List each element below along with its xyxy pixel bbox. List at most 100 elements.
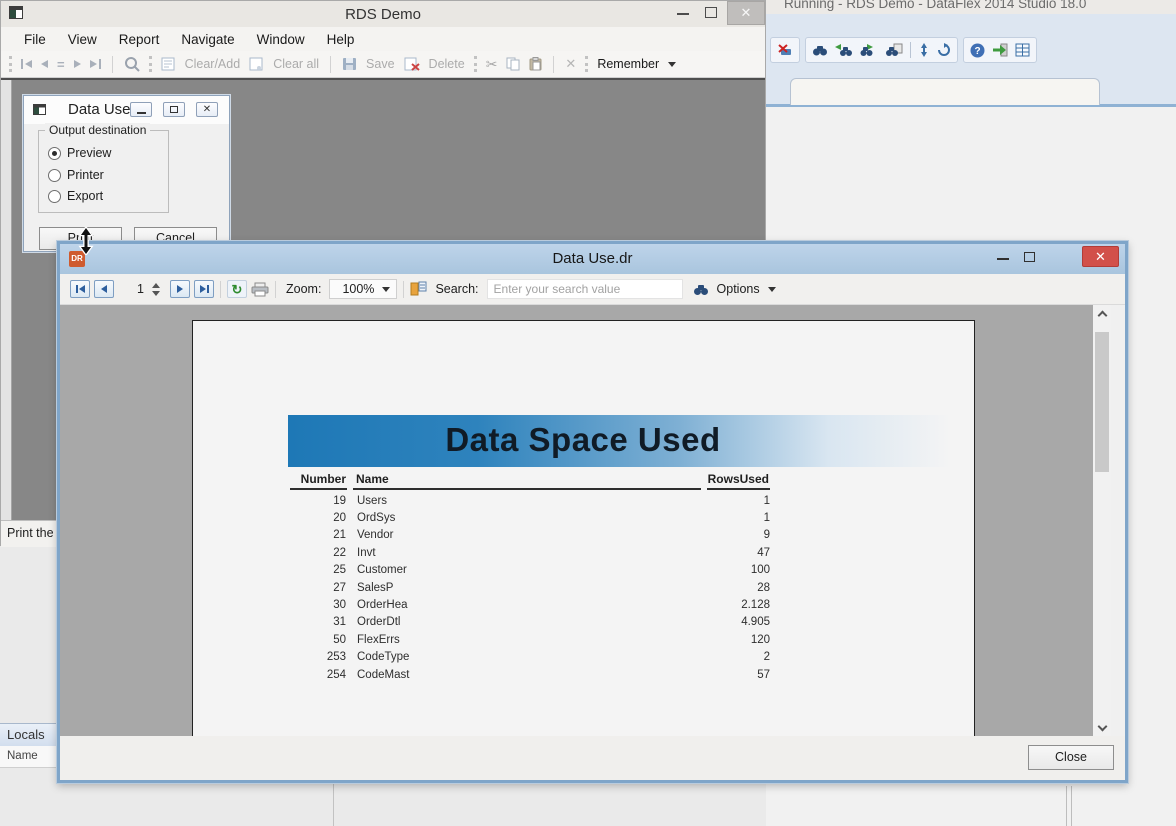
- close-button[interactable]: ✕: [196, 102, 218, 117]
- sort-icon[interactable]: [918, 43, 930, 57]
- scrollbar-thumb[interactable]: [1095, 332, 1109, 472]
- output-destination-group: Output destination Preview Printer Expor…: [38, 130, 169, 213]
- refresh-button[interactable]: ↻: [227, 280, 247, 298]
- first-record-icon[interactable]: [21, 59, 32, 69]
- report-titlebar[interactable]: DR Data Use.dr ✕: [60, 244, 1125, 274]
- clear-breakpoints-icon[interactable]: [777, 43, 793, 57]
- zoom-select[interactable]: 100%: [329, 279, 397, 299]
- rds-titlebar[interactable]: RDS Demo ✕: [1, 1, 765, 27]
- save-icon[interactable]: [342, 57, 357, 71]
- last-page-button[interactable]: [194, 280, 214, 298]
- close-button[interactable]: ✕: [727, 1, 765, 25]
- chevron-down-icon[interactable]: [668, 62, 676, 67]
- remember-dropdown[interactable]: Remember: [597, 57, 659, 71]
- find-icon[interactable]: [812, 43, 828, 57]
- vertical-scrollbar[interactable]: [1093, 305, 1111, 736]
- find-icon[interactable]: [124, 56, 140, 72]
- previous-page-button[interactable]: [94, 280, 114, 298]
- current-record-icon[interactable]: =: [57, 57, 65, 72]
- find-previous-icon[interactable]: [835, 43, 853, 57]
- minimize-button[interactable]: [130, 102, 152, 117]
- search-label: Search:: [435, 282, 478, 296]
- restore-button[interactable]: [163, 102, 185, 117]
- maximize-icon[interactable]: [705, 7, 717, 18]
- report-close-button[interactable]: Close: [1028, 745, 1114, 770]
- mouse-cursor: [78, 227, 94, 255]
- maximize-icon[interactable]: [1024, 252, 1035, 262]
- table-row: 27SalesP28: [290, 579, 770, 596]
- report-window-title: Data Use.dr: [552, 250, 632, 267]
- cut-icon[interactable]: ✂: [486, 56, 498, 73]
- radio-preview[interactable]: Preview: [48, 146, 111, 160]
- first-page-button[interactable]: [70, 280, 90, 298]
- menu-help[interactable]: Help: [316, 27, 366, 51]
- dialog-titlebar[interactable]: Data Use ✕: [24, 96, 229, 124]
- copy-icon[interactable]: [506, 57, 520, 71]
- minimize-icon[interactable]: [677, 13, 689, 15]
- radio-icon: [48, 169, 61, 182]
- table-row: 30OrderHea2.128: [290, 596, 770, 613]
- header-underline: [353, 488, 701, 490]
- refresh-icon: ↻: [232, 283, 243, 296]
- paste-icon[interactable]: [529, 57, 542, 71]
- exit-icon[interactable]: [992, 43, 1008, 57]
- report-preview-window: DR Data Use.dr ✕ 1 ↻ Zoom: 100% Search:: [57, 241, 1128, 783]
- rds-left-strip: [1, 80, 12, 520]
- studio-tab-panel: [790, 78, 1100, 105]
- group-tree-icon[interactable]: [410, 281, 427, 297]
- radio-printer[interactable]: Printer: [48, 168, 104, 182]
- window-title: RDS Demo: [345, 6, 421, 23]
- toolbar-separator: [275, 281, 276, 298]
- header-underline: [290, 488, 347, 490]
- properties-grid-icon[interactable]: [1015, 43, 1030, 57]
- radio-icon: [48, 190, 61, 203]
- chevron-up-icon: [1097, 310, 1107, 320]
- panel-divider: [1071, 786, 1072, 826]
- spin-up-icon[interactable]: [152, 283, 160, 288]
- previous-record-icon[interactable]: [41, 60, 48, 68]
- close-button[interactable]: ✕: [1082, 246, 1119, 267]
- spin-down-icon[interactable]: [152, 291, 160, 296]
- dialog-title: Data Use: [68, 101, 131, 118]
- find-next-icon[interactable]: [860, 43, 878, 57]
- delete-icon[interactable]: [404, 57, 420, 71]
- menu-window[interactable]: Window: [246, 27, 316, 51]
- clear-add-icon[interactable]: [161, 57, 176, 71]
- page-spinner[interactable]: [152, 283, 160, 296]
- toolbar-separator: [553, 56, 554, 73]
- refresh-icon[interactable]: [937, 43, 951, 57]
- cancel-x-icon[interactable]: ✕: [565, 56, 576, 72]
- clear-all-label[interactable]: Clear all: [273, 57, 319, 71]
- last-record-icon[interactable]: [90, 59, 101, 69]
- radio-export[interactable]: Export: [48, 189, 103, 203]
- menu-view[interactable]: View: [57, 27, 108, 51]
- delete-label[interactable]: Delete: [429, 57, 465, 71]
- page-number[interactable]: 1: [118, 282, 144, 296]
- data-use-dialog: Data Use ✕ Output destination Preview Pr…: [23, 95, 230, 252]
- minimize-icon[interactable]: [997, 258, 1009, 260]
- menu-file[interactable]: File: [13, 27, 57, 51]
- help-icon[interactable]: ?: [970, 43, 985, 58]
- menu-navigate[interactable]: Navigate: [170, 27, 245, 51]
- table-row: 20OrdSys1: [290, 509, 770, 526]
- menu-report[interactable]: Report: [108, 27, 171, 51]
- dialog-icon: [33, 104, 46, 115]
- scroll-up-button[interactable]: [1093, 305, 1111, 322]
- print-icon[interactable]: [251, 282, 269, 297]
- options-dropdown[interactable]: Options: [717, 282, 760, 296]
- find-in-files-icon[interactable]: [885, 43, 903, 57]
- save-label[interactable]: Save: [366, 57, 395, 71]
- binoculars-icon: [693, 283, 709, 296]
- search-input[interactable]: [487, 279, 683, 299]
- report-heading: Data Space Used: [288, 415, 878, 467]
- scroll-down-button[interactable]: [1093, 719, 1111, 736]
- next-record-icon[interactable]: [74, 60, 81, 68]
- close-icon: ✕: [203, 105, 211, 115]
- table-row: 25Customer100: [290, 562, 770, 579]
- clear-all-icon[interactable]: [249, 57, 264, 71]
- chevron-down-icon[interactable]: [768, 287, 776, 292]
- toolbar-separator: [910, 42, 911, 58]
- next-page-button[interactable]: [170, 280, 190, 298]
- rds-toolbar: = Clear/Add Clear all Save Delete ✂ ✕ Re…: [1, 51, 765, 78]
- clear-add-label[interactable]: Clear/Add: [185, 57, 241, 71]
